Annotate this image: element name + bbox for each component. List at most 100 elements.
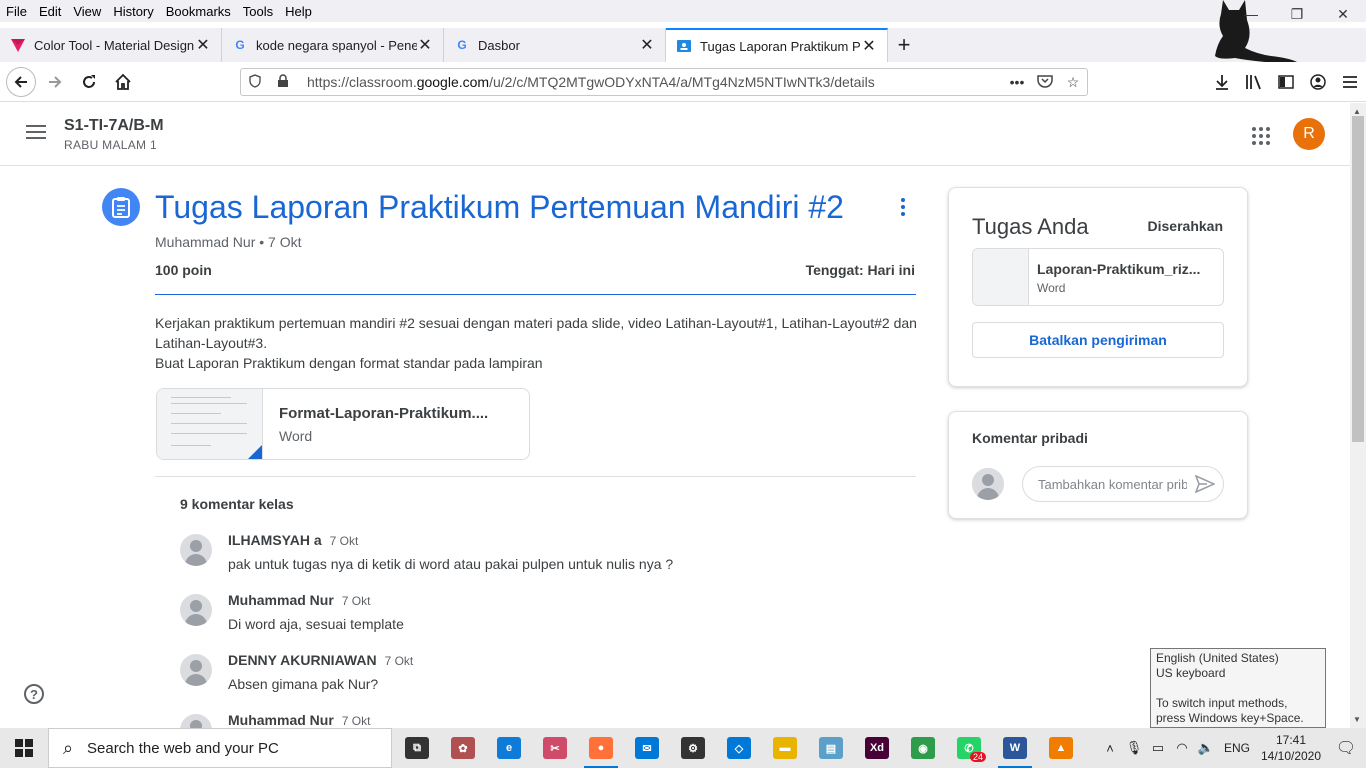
assignment-due: Tenggat: Hari ini — [805, 262, 915, 278]
google-apps-icon[interactable] — [1252, 127, 1270, 145]
avatar[interactable]: R — [1293, 118, 1325, 150]
private-comment-input[interactable]: Tambahkan komentar pribadi... — [1022, 466, 1224, 502]
close-icon[interactable]: ✕ — [639, 35, 655, 55]
class-name[interactable]: S1-TI-7A/B-M — [64, 117, 164, 135]
taskbar-app[interactable]: ▤ — [808, 728, 854, 768]
battery-icon[interactable]: ▭ — [1146, 740, 1170, 756]
close-window-button[interactable]: ✕ — [1320, 0, 1366, 28]
taskbar-app[interactable]: ⧉ — [394, 728, 440, 768]
minimize-button[interactable]: — — [1228, 0, 1274, 28]
windows-start-icon[interactable] — [0, 728, 48, 768]
toolbar-right — [1206, 68, 1366, 96]
downloads-icon[interactable] — [1206, 68, 1238, 96]
snipping-tool-icon: ✂ — [543, 737, 567, 759]
back-button[interactable] — [6, 66, 36, 97]
taskbar-app[interactable]: ✂ — [532, 728, 578, 768]
tooltip-keyboard: US keyboard — [1156, 666, 1226, 680]
maps-icon: ◉ — [911, 737, 935, 759]
menu-view[interactable]: View — [67, 4, 107, 19]
taskbar-app[interactable]: ● — [578, 728, 624, 768]
url-bar[interactable]: https://classroom.google.com/u/2/c/MTQ2M… — [240, 68, 1088, 96]
attachment-card[interactable]: Format-Laporan-Praktikum.... Word — [156, 388, 530, 460]
comment-date: 7 Okt — [341, 714, 371, 728]
more-options-icon[interactable] — [893, 195, 913, 219]
submitted-file[interactable]: Laporan-Praktikum_riz... Word — [972, 248, 1224, 306]
scroll-up-icon[interactable]: ▲ — [1353, 107, 1361, 116]
tooltip-language: English (United States) — [1156, 651, 1279, 665]
microphone-icon[interactable]: 🎙 — [1122, 740, 1146, 756]
scrollbar-thumb[interactable] — [1352, 116, 1364, 442]
edge-icon: e — [497, 737, 521, 759]
sidebar-icon[interactable] — [1270, 68, 1302, 96]
home-button[interactable] — [108, 67, 138, 97]
send-icon[interactable] — [1187, 475, 1223, 493]
taskbar-app[interactable]: ✆ 24 — [946, 728, 992, 768]
taskbar-app[interactable]: ✿ — [440, 728, 486, 768]
comment-text: Absen gimana pak Nur? — [228, 676, 379, 692]
taskbar-app[interactable]: W — [992, 728, 1038, 768]
help-icon[interactable]: ? — [24, 684, 44, 704]
your-work-card: Tugas Anda Diserahkan Laporan-Praktikum_… — [948, 187, 1248, 387]
volume-icon[interactable]: 🔈 — [1194, 740, 1218, 756]
navigation-bar: https://classroom.google.com/u/2/c/MTQ2M… — [0, 62, 1366, 102]
more-actions-icon[interactable]: ••• — [1003, 74, 1031, 90]
search-icon: ⌕ — [62, 737, 74, 758]
menu-history[interactable]: History — [107, 4, 159, 19]
class-section: RABU MALAM 1 — [64, 138, 157, 152]
forward-button[interactable] — [40, 67, 70, 97]
language-indicator[interactable]: ENG — [1218, 741, 1256, 755]
taskbar-search-placeholder: Search the web and your PC — [87, 739, 279, 757]
tab-google-search[interactable]: G kode negara spanyol - Penelusuran Goog… — [222, 28, 444, 62]
menu-icon[interactable] — [1334, 68, 1366, 96]
library-icon[interactable] — [1238, 68, 1270, 96]
menu-help[interactable]: Help — [279, 4, 318, 19]
file-thumbnail — [973, 249, 1029, 305]
clock-time: 17:41 — [1275, 733, 1307, 747]
taskbar-app[interactable]: ▬ — [762, 728, 808, 768]
system-tray: ˄ 🎙 ▭ ◠ 🔈 ENG 17:41 14/10/2020 🗨 — [1098, 728, 1366, 768]
comment-author: DENNY AKURNIAWAN — [228, 652, 377, 668]
taskbar-app[interactable]: ◇ — [716, 728, 762, 768]
url-text[interactable]: https://classroom.google.com/u/2/c/MTQ2M… — [297, 74, 1003, 90]
taskbar-app[interactable]: ✉ — [624, 728, 670, 768]
close-icon[interactable]: ✕ — [195, 35, 211, 55]
bookmark-star-icon[interactable]: ☆ — [1059, 74, 1087, 91]
notification-center-icon[interactable]: 🗨 — [1326, 738, 1366, 758]
taskbar-app[interactable]: Xd — [854, 728, 900, 768]
classroom-page: S1-TI-7A/B-M RABU MALAM 1 R Tugas Lapora… — [0, 103, 1350, 728]
restore-button[interactable]: ❐ — [1274, 0, 1320, 28]
hamburger-menu-icon[interactable] — [26, 125, 46, 139]
class-comments-count[interactable]: 9 komentar kelas — [180, 496, 294, 512]
unsubmit-button[interactable]: Batalkan pengiriman — [972, 322, 1224, 358]
tooltip-hint: To switch input methods, press Windows k… — [1156, 696, 1304, 725]
tab-dasbor[interactable]: G Dasbor ✕ — [444, 28, 666, 62]
pocket-icon[interactable] — [1031, 74, 1059, 91]
menu-tools[interactable]: Tools — [237, 4, 279, 19]
taskbar-app[interactable]: ▲ — [1038, 728, 1084, 768]
close-icon[interactable]: ✕ — [861, 36, 877, 56]
description-paragraph: Buat Laporan Praktikum dengan format sta… — [155, 355, 543, 371]
chevron-up-icon[interactable]: ˄ — [1098, 741, 1122, 756]
new-tab-button[interactable]: + — [888, 28, 920, 62]
clock[interactable]: 17:41 14/10/2020 — [1256, 732, 1326, 764]
wifi-icon[interactable]: ◠ — [1170, 740, 1194, 756]
tab-assignment[interactable]: Tugas Laporan Praktikum Pertemuan Mandir… — [666, 28, 888, 62]
menu-bookmarks[interactable]: Bookmarks — [160, 4, 237, 19]
taskbar-app[interactable]: ◉ — [900, 728, 946, 768]
notification-badge: 24 — [969, 752, 986, 762]
shield-icon[interactable] — [241, 73, 269, 91]
scroll-down-icon[interactable]: ▼ — [1353, 715, 1361, 724]
taskbar-search[interactable]: ⌕ Search the web and your PC — [48, 728, 392, 768]
avatar — [972, 468, 1004, 500]
tab-color-tool[interactable]: Color Tool - Material Design ✕ — [0, 28, 222, 62]
comment-author: Muhammad Nur — [228, 712, 334, 728]
taskbar-app[interactable]: ⚙ — [670, 728, 716, 768]
menu-file[interactable]: File — [0, 4, 33, 19]
taskbar-app[interactable]: e — [486, 728, 532, 768]
lock-icon[interactable] — [269, 73, 297, 91]
close-icon[interactable]: ✕ — [417, 35, 433, 55]
reload-button[interactable] — [74, 67, 104, 97]
vlc-icon: ▲ — [1049, 737, 1073, 759]
account-icon[interactable] — [1302, 68, 1334, 96]
menu-edit[interactable]: Edit — [33, 4, 67, 19]
